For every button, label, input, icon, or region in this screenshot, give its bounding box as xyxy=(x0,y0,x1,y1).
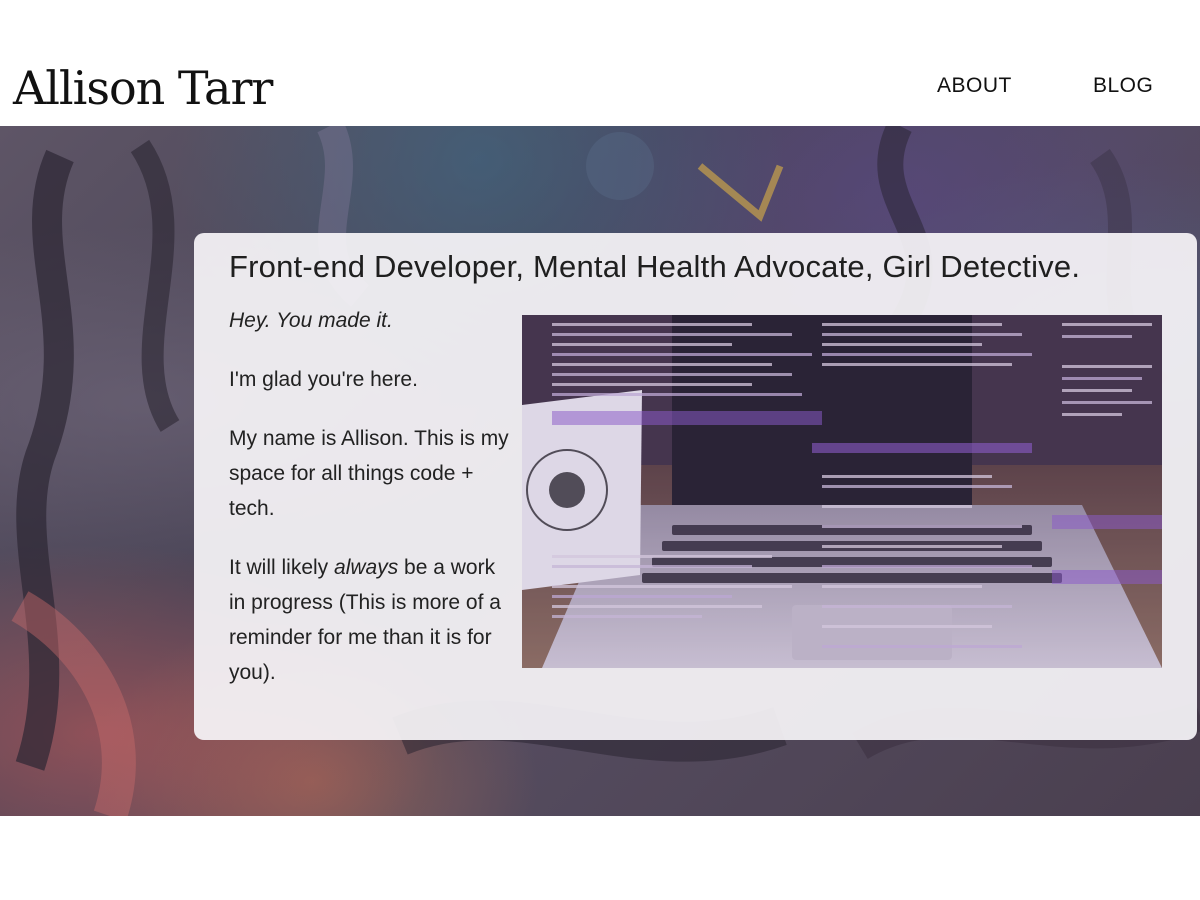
intro-card: Front-end Developer, Mental Health Advoc… xyxy=(194,233,1197,740)
wip-text: It will likely always be a work in progr… xyxy=(229,550,509,690)
wip-text-start: It will likely xyxy=(229,556,335,579)
page-title: Front-end Developer, Mental Health Advoc… xyxy=(229,249,1081,284)
nav-link-blog[interactable]: BLOG xyxy=(1093,74,1153,98)
glad-text: I'm glad you're here. xyxy=(229,368,418,391)
intro-text: Hey. You made it. I'm glad you're here. … xyxy=(229,303,509,714)
laptop-code-photo xyxy=(522,315,1162,668)
site-header: Allison Tarr ABOUT BLOG xyxy=(0,0,1200,126)
site-logo[interactable]: Allison Tarr xyxy=(13,60,273,116)
nav-link-about[interactable]: ABOUT xyxy=(937,74,1012,98)
laptop-code-illustration xyxy=(522,315,1162,668)
wip-emphasis: always xyxy=(334,556,399,579)
greeting-text: Hey. You made it. xyxy=(229,309,393,332)
name-text: My name is Allison. This is my space for… xyxy=(229,427,509,520)
